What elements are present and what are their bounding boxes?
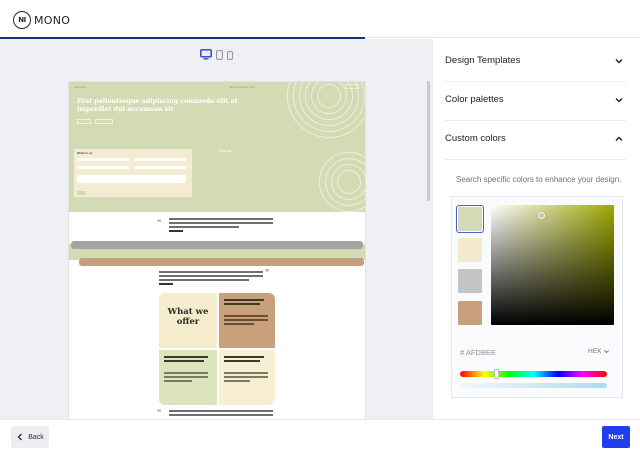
chevron-down-icon bbox=[615, 98, 623, 103]
text-line bbox=[169, 226, 239, 228]
back-button-label: Back bbox=[28, 433, 44, 441]
text-line bbox=[224, 303, 260, 305]
text-line bbox=[224, 380, 250, 382]
preview-offer-section: ❞ What we offer ❝ bbox=[69, 266, 365, 419]
color-swatch[interactable] bbox=[458, 238, 482, 262]
chevron-up-icon bbox=[615, 136, 623, 141]
color-swatch[interactable] bbox=[456, 205, 484, 233]
text-line bbox=[224, 323, 254, 325]
text-line bbox=[159, 275, 263, 277]
quote-icon: ❝ bbox=[157, 408, 162, 417]
text-line bbox=[224, 299, 264, 301]
accordion-label: Design Templates bbox=[445, 55, 521, 66]
accordion-design-templates[interactable]: Design Templates bbox=[445, 43, 626, 82]
preview-nav-logo: sitename bbox=[74, 85, 87, 89]
preview-feature-card bbox=[219, 293, 275, 348]
text-line bbox=[159, 279, 249, 281]
preview-form-field bbox=[134, 158, 186, 161]
preview-form-field bbox=[134, 166, 186, 169]
device-toggle bbox=[200, 49, 233, 60]
website-preview: sitename Item Item Item Item Erat pellen… bbox=[69, 82, 365, 419]
text-line bbox=[159, 283, 173, 285]
preview-form-title: Write to us bbox=[77, 151, 93, 155]
preview-hero-side-label: Ipsum bbox=[219, 148, 232, 153]
preview-hero-button-secondary bbox=[95, 119, 113, 124]
preview-form-field bbox=[77, 158, 129, 161]
text-line bbox=[169, 410, 273, 412]
color-gradient-area[interactable] bbox=[491, 205, 614, 325]
text-line bbox=[224, 360, 260, 362]
text-line bbox=[164, 380, 192, 382]
accordion-label: Color palettes bbox=[445, 94, 504, 105]
desktop-icon[interactable] bbox=[200, 49, 212, 60]
preview-grey-band bbox=[71, 241, 363, 249]
text-line bbox=[169, 218, 273, 220]
text-line bbox=[159, 271, 263, 273]
top-bar: NI MONO bbox=[0, 0, 640, 38]
preview-offer-card: What we offer bbox=[159, 293, 217, 348]
accordion-color-palettes[interactable]: Color palettes bbox=[445, 82, 626, 121]
back-button[interactable]: Back bbox=[11, 426, 49, 448]
chevron-down-icon bbox=[604, 350, 609, 354]
preview-tan-band bbox=[79, 258, 364, 266]
text-line bbox=[224, 315, 268, 317]
text-line bbox=[224, 356, 264, 358]
text-line bbox=[169, 222, 273, 224]
color-swatch[interactable] bbox=[458, 301, 482, 325]
logo[interactable]: NI MONO bbox=[13, 11, 70, 29]
custom-colors-hint: Search specific colors to enhance your d… bbox=[456, 175, 622, 184]
preview-hero: sitename Item Item Item Item Erat pellen… bbox=[69, 82, 365, 212]
chevron-down-icon bbox=[615, 59, 623, 64]
preview-feature-card bbox=[159, 350, 217, 405]
text-line bbox=[224, 376, 268, 378]
text-line bbox=[164, 360, 204, 362]
accordion-label: Custom colors bbox=[445, 133, 506, 144]
logo-text: MONO bbox=[34, 13, 71, 27]
preview-feature-card bbox=[219, 350, 275, 405]
text-line bbox=[164, 372, 208, 374]
hue-slider-handle[interactable] bbox=[494, 369, 499, 379]
text-line bbox=[164, 376, 208, 378]
footer-bar bbox=[0, 419, 640, 455]
text-line bbox=[164, 356, 208, 358]
mobile-icon[interactable] bbox=[227, 51, 233, 60]
preview-quote-section: ❝ bbox=[69, 212, 365, 244]
hue-slider[interactable] bbox=[460, 371, 607, 377]
tablet-icon[interactable] bbox=[216, 50, 223, 60]
hex-value-input[interactable]: # AFDBEE bbox=[460, 348, 496, 357]
preview-form-field bbox=[77, 166, 129, 169]
color-swatch[interactable] bbox=[458, 269, 482, 293]
preview-hero-button bbox=[77, 119, 91, 124]
accordion-custom-colors[interactable]: Custom colors bbox=[445, 121, 626, 160]
next-button-label: Next bbox=[608, 433, 624, 441]
preview-offer-heading: What we offer bbox=[167, 307, 209, 327]
text-line bbox=[169, 230, 183, 232]
preview-scrollbar[interactable] bbox=[427, 81, 430, 201]
chevron-left-icon bbox=[17, 433, 23, 441]
preview-contact-form: Write to us bbox=[74, 149, 192, 197]
preview-area: sitename Item Item Item Item Erat pellen… bbox=[0, 39, 432, 419]
preview-hero-title: Erat pellentesque adipiscing commodo eli… bbox=[77, 98, 238, 113]
text-line bbox=[224, 319, 268, 321]
logo-mark: NI bbox=[13, 11, 31, 29]
next-button[interactable]: Next bbox=[602, 426, 630, 448]
color-mode-select[interactable]: HEX bbox=[588, 348, 601, 355]
text-line bbox=[169, 414, 273, 416]
quote-icon: ❞ bbox=[265, 268, 270, 277]
text-line bbox=[224, 372, 268, 374]
alpha-slider[interactable] bbox=[460, 383, 607, 388]
preview-nav-links: Item Item Item Item bbox=[229, 85, 255, 89]
preview-form-submit bbox=[77, 191, 86, 195]
gradient-handle[interactable] bbox=[538, 212, 545, 219]
preview-form-field bbox=[77, 175, 186, 183]
quote-icon: ❝ bbox=[157, 218, 162, 227]
